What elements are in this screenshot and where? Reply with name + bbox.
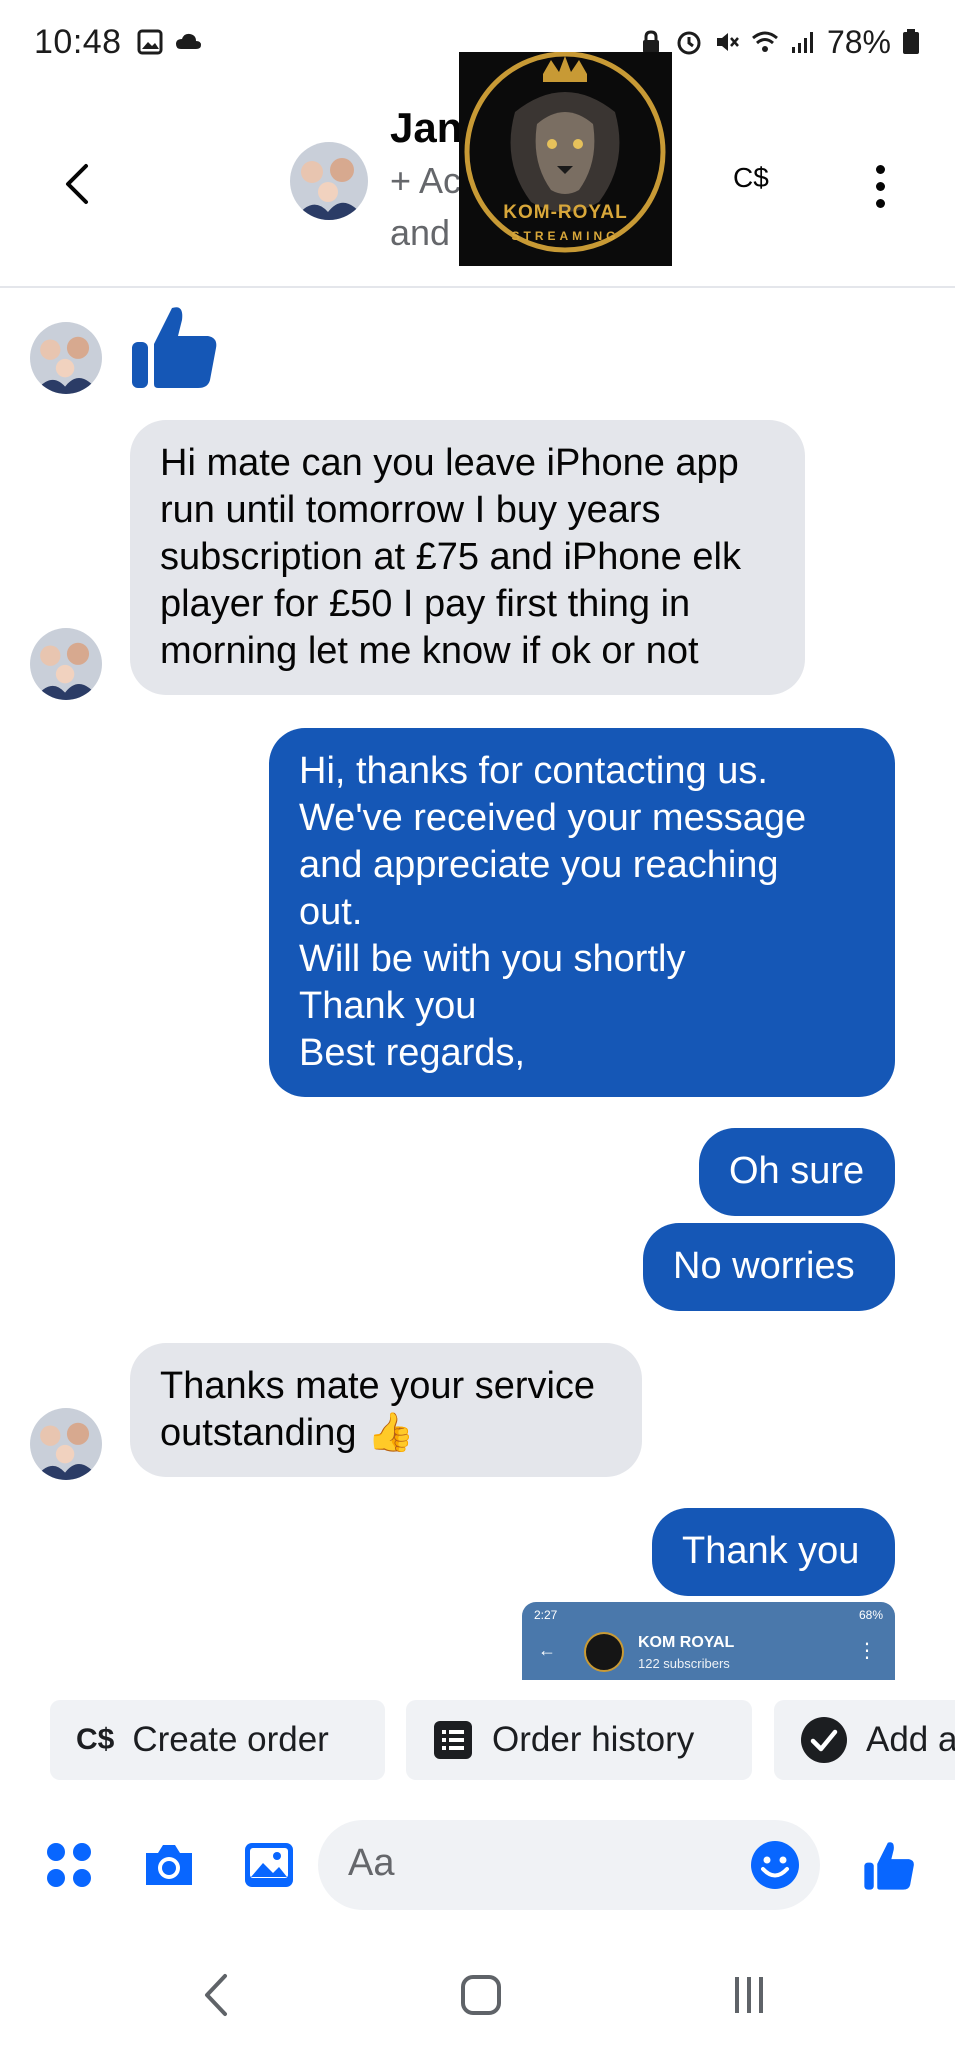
thumbs-up-icon	[864, 1842, 914, 1890]
profile-photo-icon	[30, 1408, 102, 1480]
currency-icon: C$	[76, 1723, 115, 1756]
message-list[interactable]: Hi mate can you leave iPhone app run unt…	[0, 290, 955, 1680]
message-input[interactable]: Aa	[318, 1820, 820, 1910]
more-options-button[interactable]	[862, 156, 898, 216]
emoji-icon[interactable]	[750, 1840, 800, 1890]
outgoing-message[interactable]: Thank you	[652, 1508, 895, 1596]
preview-battery: 68%	[858, 1608, 883, 1622]
battery-percent: 78%	[826, 23, 891, 60]
message-text-line: Thank you	[299, 985, 477, 1027]
more-dot-icon	[875, 198, 885, 208]
gallery-button[interactable]	[242, 1838, 296, 1892]
more-vertical-icon: ⋮	[857, 1640, 877, 1662]
list-icon	[432, 1719, 474, 1761]
outgoing-message[interactable]: No worries	[643, 1223, 895, 1311]
profile-photo-icon	[30, 322, 102, 394]
contact-avatar[interactable]	[290, 142, 368, 220]
message-text-line: subscription at £75 and iPhone elk	[160, 536, 741, 578]
sender-avatar[interactable]	[30, 1408, 102, 1480]
outgoing-message[interactable]: Hi, thanks for contacting us. We've rece…	[269, 728, 895, 1097]
shared-screenshot-preview[interactable]: 2:27 68% ← KOM ROYAL 122 subscribers ⋮	[522, 1602, 895, 1680]
incoming-message[interactable]: Hi mate can you leave iPhone app run unt…	[130, 420, 805, 695]
message-composer: Aa	[0, 1820, 955, 1910]
message-text-line: morning let me know if ok or not	[160, 630, 699, 672]
alarm-icon	[677, 31, 701, 55]
kom-royal-logo: KOM-ROYAL STREAMING	[459, 52, 672, 266]
message-text-line: outstanding 👍	[160, 1412, 415, 1454]
thumbs-up-sticker-icon	[132, 307, 217, 388]
message-text-line: run until tomorrow I buy years	[160, 489, 661, 531]
nav-home-icon	[461, 1975, 501, 2015]
order-history-label: Order history	[492, 1720, 695, 1759]
message-text-line: Thank you	[682, 1530, 860, 1572]
image-icon	[245, 1843, 293, 1887]
channel-avatar	[584, 1632, 624, 1672]
gallery-notification-icon	[137, 29, 163, 55]
nav-back-button[interactable]	[176, 1960, 256, 2030]
profile-photo-icon	[290, 142, 368, 220]
message-text-line: Oh sure	[729, 1150, 865, 1192]
message-text-line: Will be with you shortly	[299, 938, 686, 980]
nav-recents-button[interactable]	[709, 1960, 789, 2030]
apps-grid-icon	[47, 1843, 91, 1887]
camera-icon	[146, 1845, 192, 1885]
message-text-line: and appreciate you reaching	[299, 844, 779, 886]
nav-home-button[interactable]	[441, 1960, 521, 2030]
currency-button[interactable]: C$	[733, 162, 769, 194]
signal-icon	[791, 32, 813, 53]
contact-subtitle-line1: + Ac	[390, 160, 462, 201]
message-text-line: Hi, thanks for contacting us.	[299, 750, 768, 792]
message-input-placeholder: Aa	[348, 1842, 395, 1884]
logo-subtitle: STREAMING	[511, 229, 620, 243]
battery-icon	[903, 29, 919, 54]
arrow-left-icon: ←	[538, 1640, 556, 1660]
message-text-line: out.	[299, 891, 363, 933]
incoming-message[interactable]: Thanks mate your service outstanding 👍	[130, 1343, 642, 1477]
chevron-left-icon	[66, 164, 88, 204]
sender-avatar[interactable]	[30, 628, 102, 700]
preview-time: 2:27	[534, 1608, 558, 1622]
wifi-icon	[751, 31, 778, 52]
add-button[interactable]: Add a	[774, 1700, 955, 1780]
message-text-line: Hi mate can you leave iPhone app	[160, 442, 739, 484]
message-text-line: Thanks mate your service	[160, 1365, 596, 1407]
conversation-header: Jan + Ac and KOM-ROYAL STREAMING C$	[0, 52, 955, 288]
quick-actions-bar: C$ Create order Order history Add a	[0, 1700, 955, 1780]
logo-title: KOM-ROYAL	[503, 202, 628, 223]
camera-button[interactable]	[142, 1838, 196, 1892]
more-dot-icon	[875, 181, 885, 191]
message-text-line: Best regards,	[299, 1032, 525, 1074]
order-history-button[interactable]: Order history	[406, 1700, 752, 1780]
preview-subscribers: 122 subscribers	[638, 1656, 730, 1671]
message-text-line: player for £50 I pay first thing in	[160, 583, 691, 625]
message-text-line: No worries	[673, 1245, 855, 1287]
contact-subtitle-line2: and	[390, 212, 451, 253]
check-circle-icon	[800, 1716, 848, 1764]
more-dot-icon	[875, 164, 885, 174]
add-label: Add a	[866, 1720, 955, 1759]
apps-button[interactable]	[42, 1838, 96, 1892]
message-text-line: We've received your message	[299, 797, 807, 839]
nav-back-icon	[205, 1974, 227, 2016]
outgoing-message[interactable]: Oh sure	[699, 1128, 895, 1216]
sender-avatar[interactable]	[30, 322, 102, 394]
back-button[interactable]	[52, 154, 102, 214]
create-order-button[interactable]: C$ Create order	[50, 1700, 385, 1780]
cloud-icon	[175, 33, 201, 49]
like-send-button[interactable]	[862, 1838, 916, 1892]
mute-icon	[716, 33, 739, 51]
profile-photo-icon	[30, 628, 102, 700]
create-order-label: Create order	[132, 1720, 329, 1759]
preview-channel-name: KOM ROYAL	[638, 1634, 735, 1651]
system-navigation-bar	[0, 1940, 955, 2048]
nav-recents-icon	[735, 1977, 763, 2013]
status-time: 10:48	[34, 22, 122, 61]
contact-name: Jan	[390, 104, 463, 151]
